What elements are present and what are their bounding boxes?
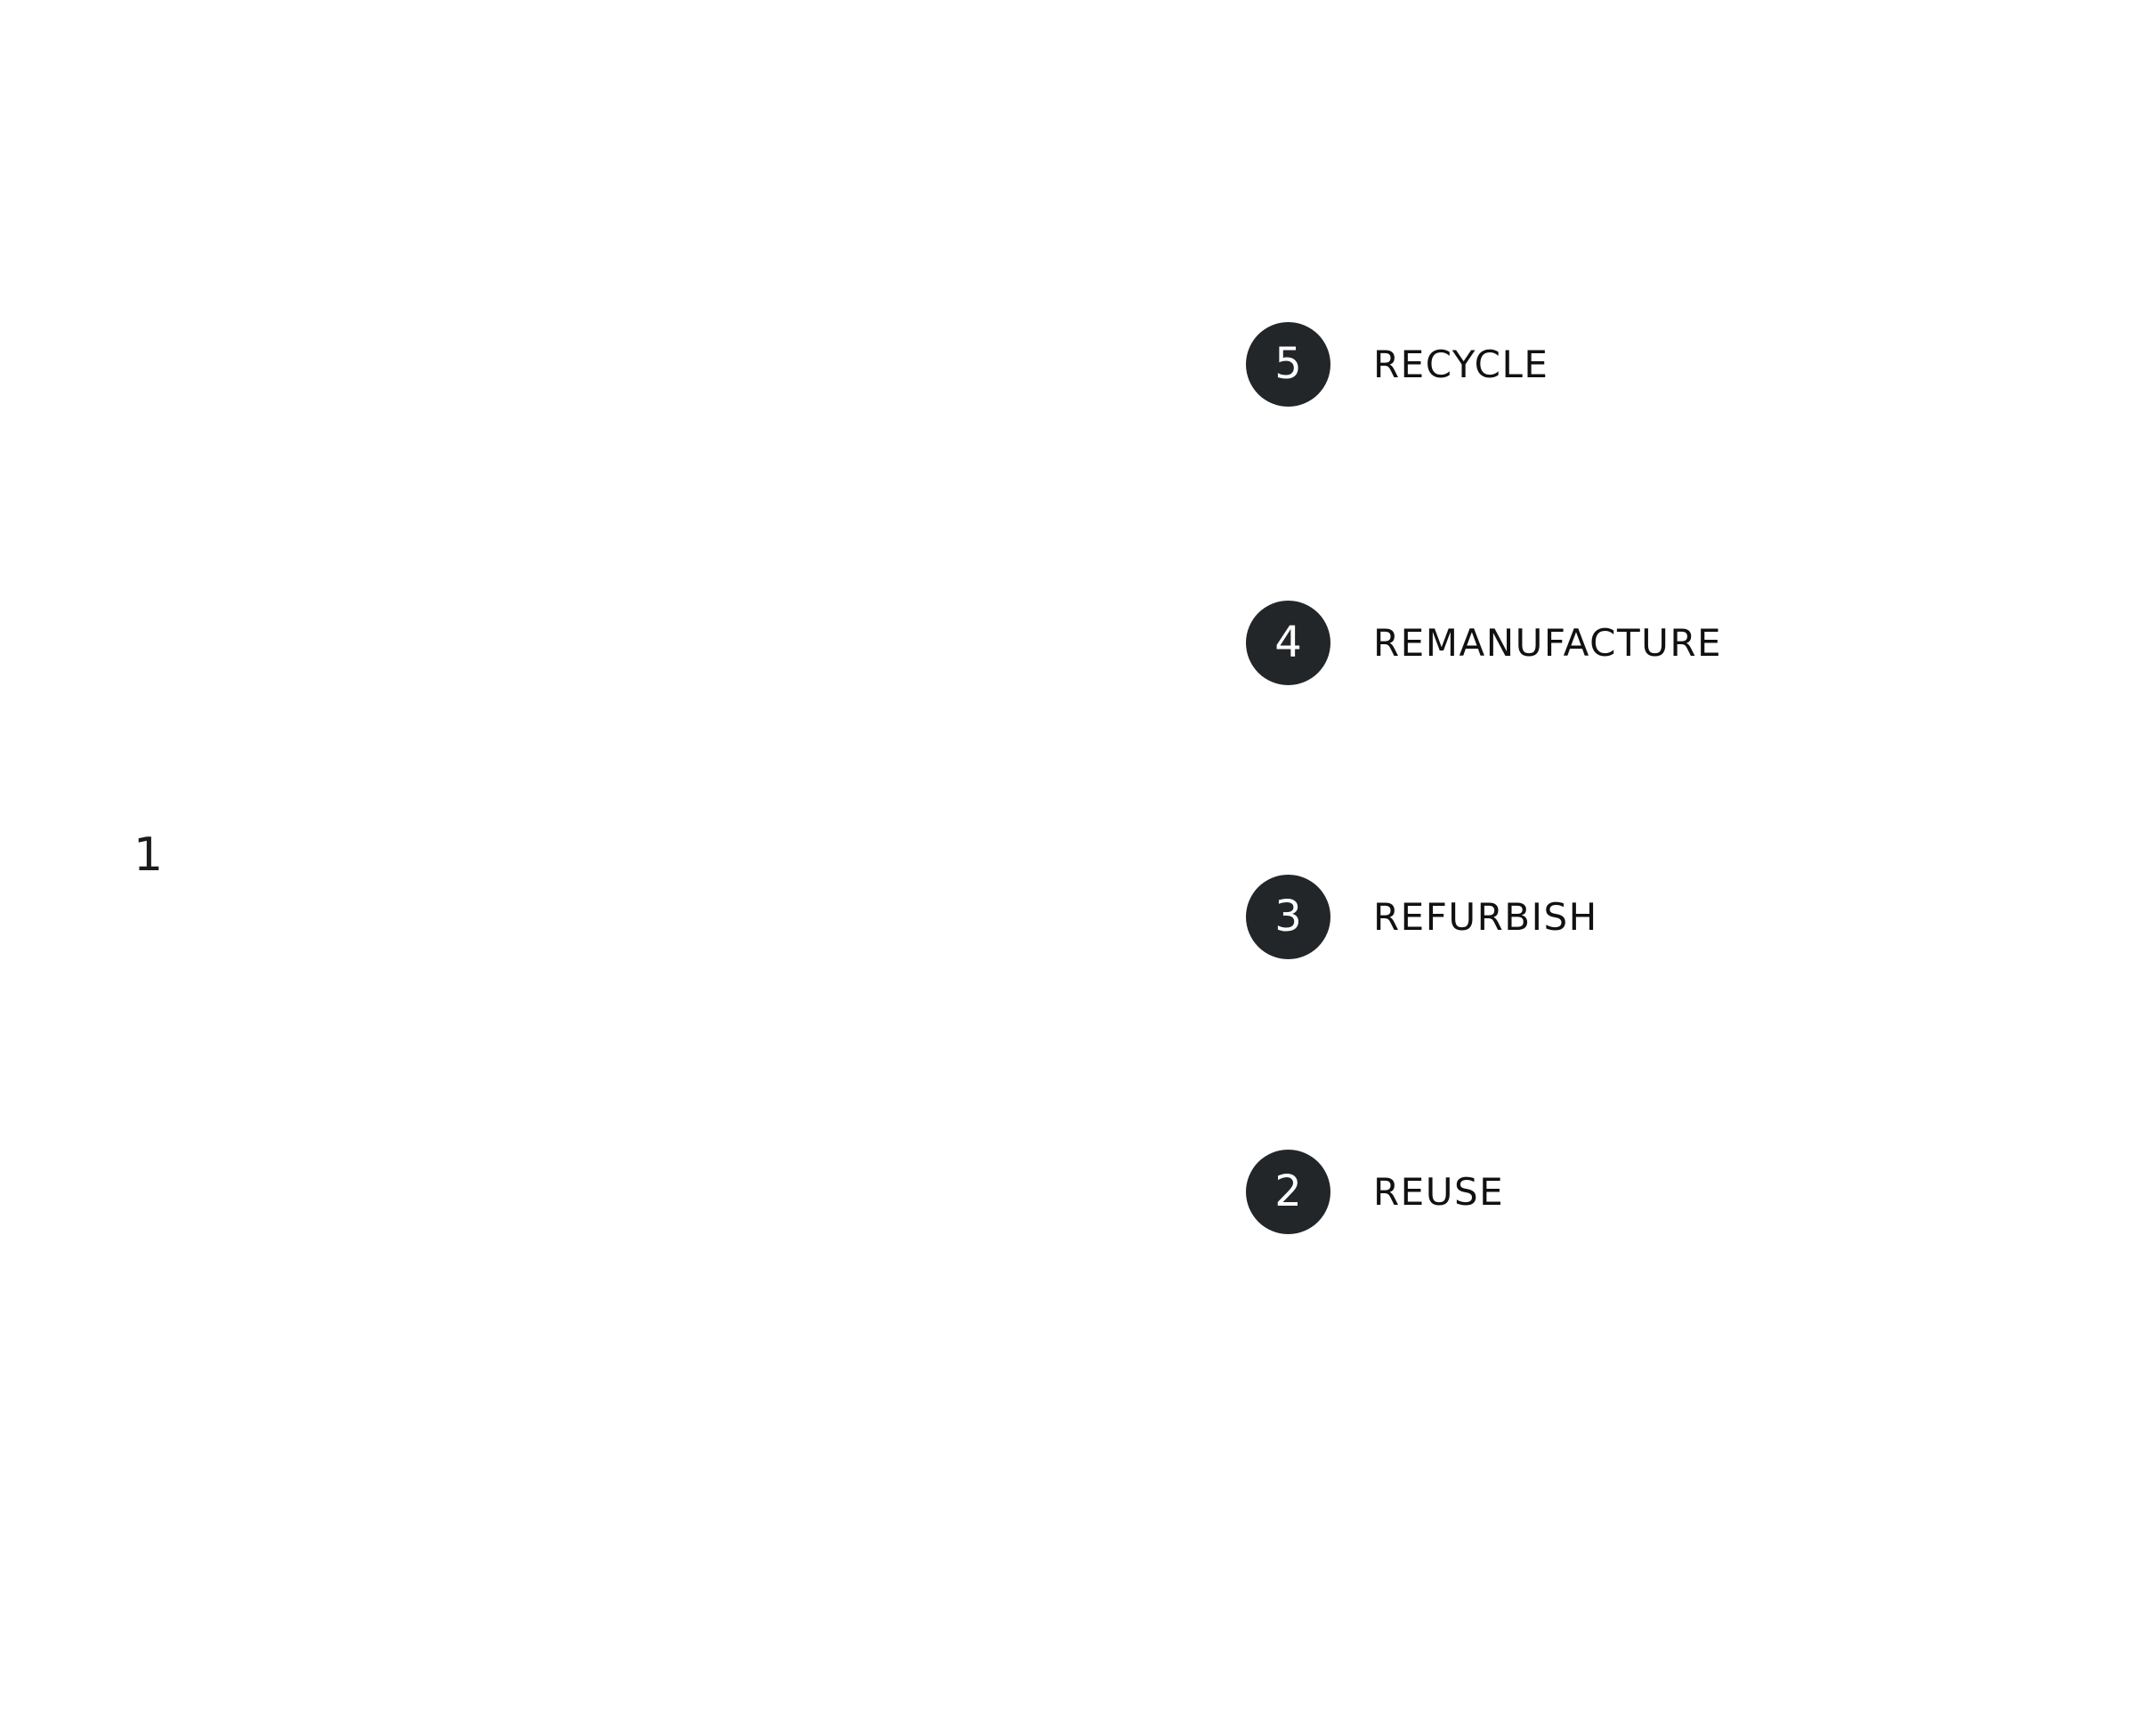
- step-recycle: 5 RECYCLE: [1246, 321, 1549, 407]
- step-number-badge: 2: [1246, 1149, 1330, 1234]
- step-number-badge: 4: [1246, 600, 1330, 685]
- step-number-badge: 3: [1246, 874, 1330, 959]
- step-reuse: 2 REUSE: [1246, 1149, 1504, 1234]
- step-label: REUSE: [1373, 1169, 1505, 1214]
- step-label: REMANUFACTURE: [1373, 620, 1723, 665]
- step-label: RECYCLE: [1373, 342, 1549, 386]
- step-number-badge: 5: [1246, 321, 1330, 407]
- step-label: REFURBISH: [1373, 894, 1598, 939]
- diagram-canvas: 1 5 RECYCLE 4 REMANUFACTURE 3 REFURBISH …: [0, 0, 2151, 1736]
- step-remanufacture: 4 REMANUFACTURE: [1246, 600, 1722, 685]
- center-step-number: 1: [133, 828, 165, 882]
- step-refurbish: 3 REFURBISH: [1246, 874, 1598, 959]
